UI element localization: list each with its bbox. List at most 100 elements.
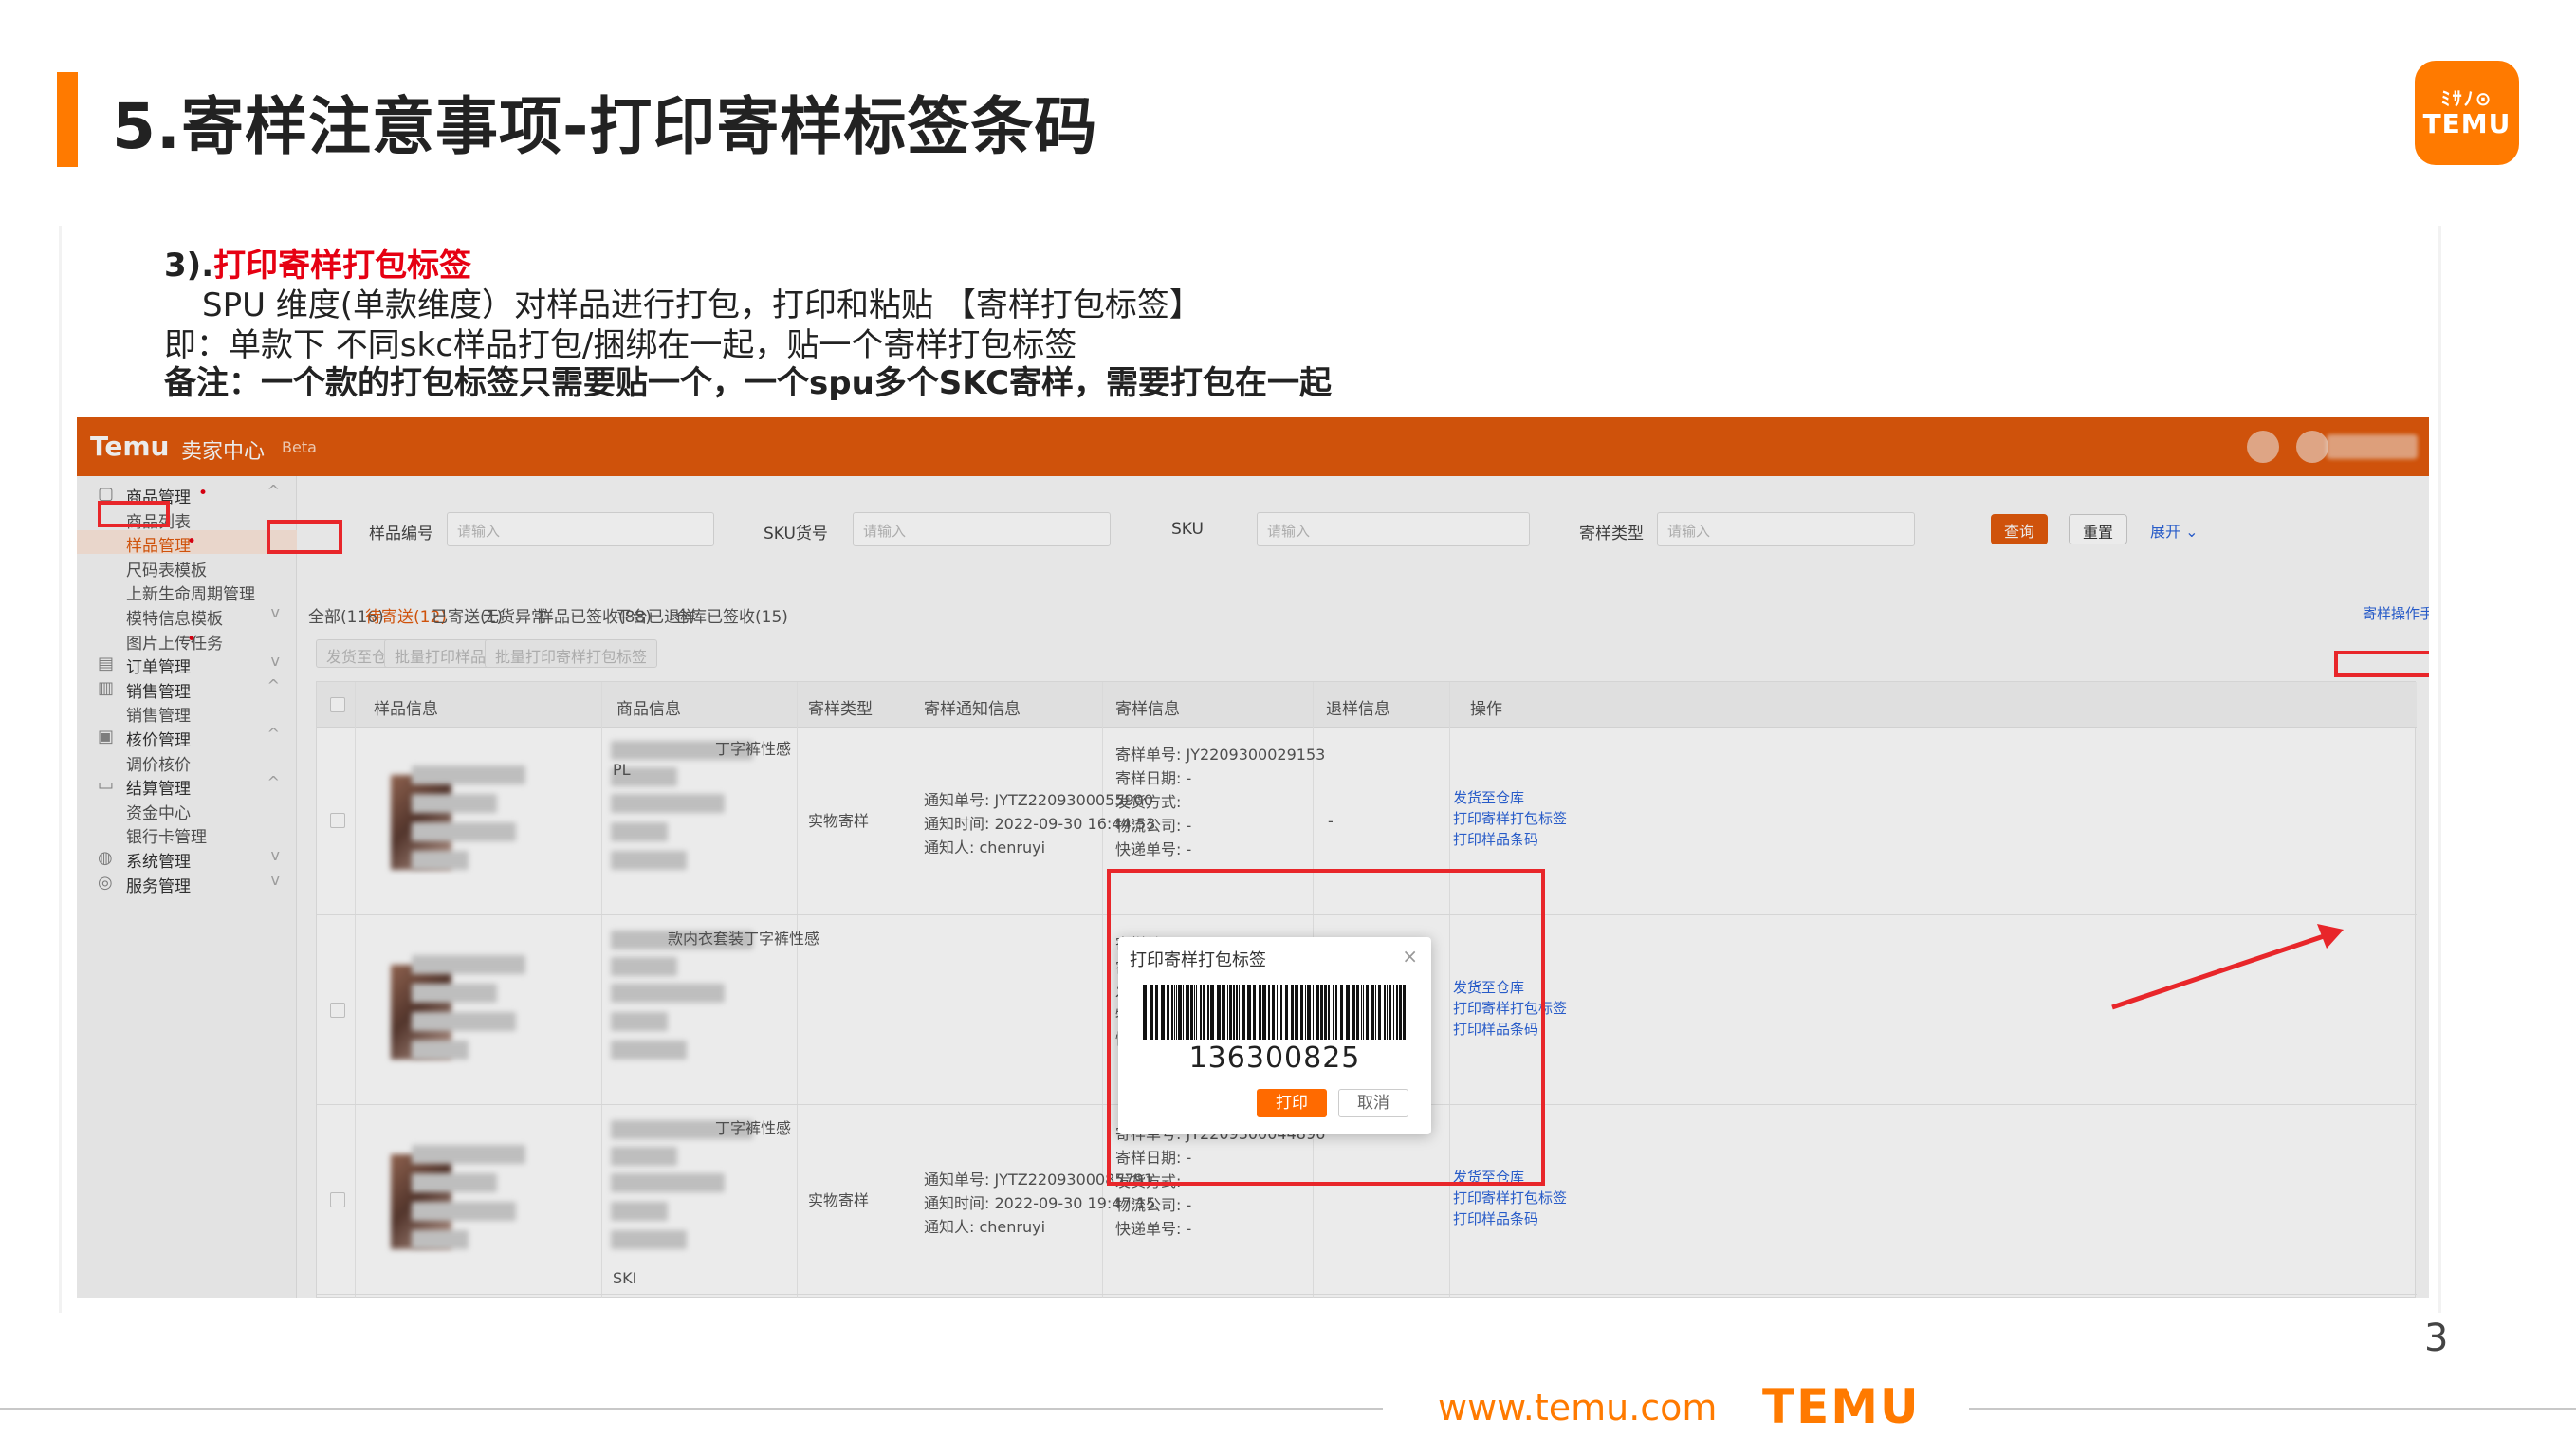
chevron-icon[interactable]: ^ bbox=[267, 676, 280, 694]
sidebar-item[interactable]: 调价核价 bbox=[77, 749, 297, 775]
sidebar-item[interactable]: ◍ 系统管理 v bbox=[77, 846, 297, 872]
barcode-bar bbox=[1150, 985, 1153, 1040]
annotation-arrow bbox=[2111, 924, 2344, 1010]
avatar[interactable] bbox=[2296, 431, 2328, 463]
sidebar-item[interactable]: ◎ 服务管理 v bbox=[77, 871, 297, 896]
reset-button[interactable]: 重置 bbox=[2069, 514, 2128, 544]
sidebar-item-label: 银行卡管理 bbox=[126, 828, 207, 848]
sample-type-select[interactable]: 请输入 bbox=[1657, 512, 1915, 546]
sample-no-input[interactable]: 请输入 bbox=[447, 512, 714, 546]
user-name-blurred[interactable] bbox=[2327, 434, 2418, 459]
sidebar-item[interactable]: ▣ 核价管理 ^ bbox=[77, 725, 297, 750]
sample-no-label: 样品编号 bbox=[369, 525, 433, 544]
barcode-bar bbox=[1335, 985, 1337, 1040]
blurred-text bbox=[412, 765, 525, 784]
sku-input[interactable]: 请输入 bbox=[1257, 512, 1530, 546]
barcode-bar bbox=[1387, 985, 1388, 1040]
close-icon[interactable]: × bbox=[1402, 945, 1418, 968]
sidebar-item[interactable]: ▢ 商品管理 • ^ bbox=[77, 482, 297, 507]
barcode-number: 136300825 bbox=[1188, 1041, 1361, 1075]
blurred-text bbox=[412, 794, 497, 813]
footer-divider-left bbox=[0, 1408, 1383, 1410]
chevron-icon[interactable]: v bbox=[271, 871, 280, 889]
query-button[interactable]: 查询 bbox=[1991, 514, 2049, 544]
sidebar-item[interactable]: ▥ 销售管理 ^ bbox=[77, 676, 297, 702]
return-info: - bbox=[1328, 812, 1334, 830]
sidebar-item-label: 核价管理 bbox=[126, 731, 191, 750]
chevron-icon[interactable]: v bbox=[271, 846, 280, 864]
alert-dot: • bbox=[187, 532, 197, 552]
batch-button[interactable]: 批量打印寄样打包标签 bbox=[485, 639, 658, 668]
barcode-bar bbox=[1268, 985, 1270, 1040]
sidebar-item[interactable]: 模特信息模板 v bbox=[77, 603, 297, 629]
column-header: 寄样信息 bbox=[1115, 700, 1180, 719]
logo-word: TEMU bbox=[2422, 108, 2512, 139]
blurred-text bbox=[412, 851, 469, 870]
skc-input[interactable]: 请输入 bbox=[853, 512, 1111, 546]
sidebar-item[interactable]: 商品列表 bbox=[77, 507, 297, 532]
barcode-bar bbox=[1328, 985, 1330, 1040]
barcode-bar bbox=[1236, 985, 1238, 1040]
row-checkbox[interactable] bbox=[330, 1003, 345, 1018]
logo-glyphs: ﾐｻﾉ⊙ bbox=[2440, 87, 2493, 110]
barcode-bar bbox=[1291, 985, 1294, 1040]
row-action-link[interactable]: 打印样品条码 bbox=[1453, 1018, 1538, 1041]
barcode-bar bbox=[1222, 985, 1225, 1040]
status-tabs: 全部(116) 待寄送(12) 已寄送(1) 无货异常 样品已签收(88) 平台已退样 仓库… bbox=[297, 594, 2429, 632]
barcode-bar bbox=[1324, 985, 1327, 1040]
barcode-bar bbox=[1313, 985, 1314, 1040]
column-header: 退样信息 bbox=[1326, 700, 1390, 719]
send-info: 物流公司: - bbox=[1115, 817, 1192, 835]
cancel-button[interactable]: 取消 bbox=[1338, 1089, 1408, 1117]
product-subtext: SKI bbox=[613, 1269, 637, 1287]
sidebar-item[interactable]: 银行卡管理 bbox=[77, 821, 297, 848]
chevron-icon[interactable]: ^ bbox=[267, 725, 280, 743]
bell-icon[interactable] bbox=[2247, 431, 2279, 463]
sidebar-item[interactable]: ▤ 订单管理 v bbox=[77, 652, 297, 677]
blurred-text bbox=[412, 822, 516, 841]
row-action-link[interactable]: 打印样品条码 bbox=[1453, 828, 1538, 852]
chevron-icon[interactable]: v bbox=[271, 603, 280, 621]
row-action-link[interactable]: 打印样品条码 bbox=[1453, 1207, 1538, 1231]
app-header: Temu 卖家中心 Beta bbox=[77, 417, 2429, 476]
help-link[interactable]: 寄样操作手册 bbox=[2363, 603, 2429, 623]
barcode-bar bbox=[1233, 985, 1235, 1040]
sidebar-item-label: 结算管理 bbox=[126, 780, 191, 800]
sidebar-item[interactable]: ▭ 结算管理 ^ bbox=[77, 773, 297, 800]
chevron-icon[interactable]: v bbox=[271, 652, 280, 670]
menu-icon: ▥ bbox=[98, 677, 115, 698]
sidebar-item-label: 资金中心 bbox=[126, 803, 191, 823]
product-title-text: 款内衣套装丁字裤性感 bbox=[668, 930, 820, 948]
sidebar-item[interactable]: 样品管理 • bbox=[77, 530, 297, 556]
barcode-bar bbox=[1295, 985, 1298, 1040]
print-button[interactable]: 打印 bbox=[1257, 1089, 1327, 1117]
barcode-bar bbox=[1361, 985, 1362, 1040]
app-brand[interactable]: Temu bbox=[90, 431, 169, 462]
blurred-text bbox=[611, 1012, 668, 1031]
modal-title: 打印寄样打包标签 bbox=[1130, 950, 1266, 970]
chevron-icon[interactable]: ^ bbox=[267, 773, 280, 791]
sidebar-item[interactable]: 销售管理 bbox=[77, 700, 297, 726]
expand-link[interactable]: 展开 ⌄ bbox=[2137, 514, 2212, 544]
batch-actions: 发货至仓库 批量打印样品条码 批量打印寄样打包标签 bbox=[297, 636, 1245, 673]
row-checkbox[interactable] bbox=[330, 813, 345, 828]
sidebar-item[interactable]: 尺码表模板 bbox=[77, 555, 297, 581]
chevron-icon[interactable]: ^ bbox=[267, 482, 280, 500]
send-info: 物流公司: - bbox=[1115, 1196, 1192, 1214]
table-row: 丁字裤性感 SKI 实物寄样 通知单号: JYTZ2209300085791 通知时间:… bbox=[317, 1107, 2417, 1295]
barcode-bar bbox=[1340, 985, 1343, 1040]
screenshot-panel: 3).打印寄样打包标签 SPU 维度(单款维度）对样品进行打包，打印和粘贴 【寄… bbox=[59, 226, 2441, 1313]
product-title-text: 丁字裤性感 bbox=[715, 740, 792, 758]
footer-url[interactable]: www.temu.com bbox=[1438, 1387, 1717, 1428]
menu-icon: ▭ bbox=[98, 775, 115, 796]
barcode-bar bbox=[1167, 985, 1169, 1040]
tab-item[interactable]: 仓库已签收(15) bbox=[674, 603, 788, 627]
row-checkbox[interactable] bbox=[330, 1192, 345, 1207]
sidebar-item[interactable]: 图片上传任务 • bbox=[77, 628, 297, 654]
sidebar-item[interactable]: 资金中心 bbox=[77, 798, 297, 823]
sidebar-item[interactable]: 上新生命周期管理 bbox=[77, 579, 297, 604]
barcode-bar bbox=[1178, 985, 1182, 1040]
barcode-image bbox=[1143, 985, 1406, 1040]
send-info: 快递单号: - bbox=[1115, 840, 1192, 858]
select-all-checkbox[interactable] bbox=[330, 697, 345, 712]
